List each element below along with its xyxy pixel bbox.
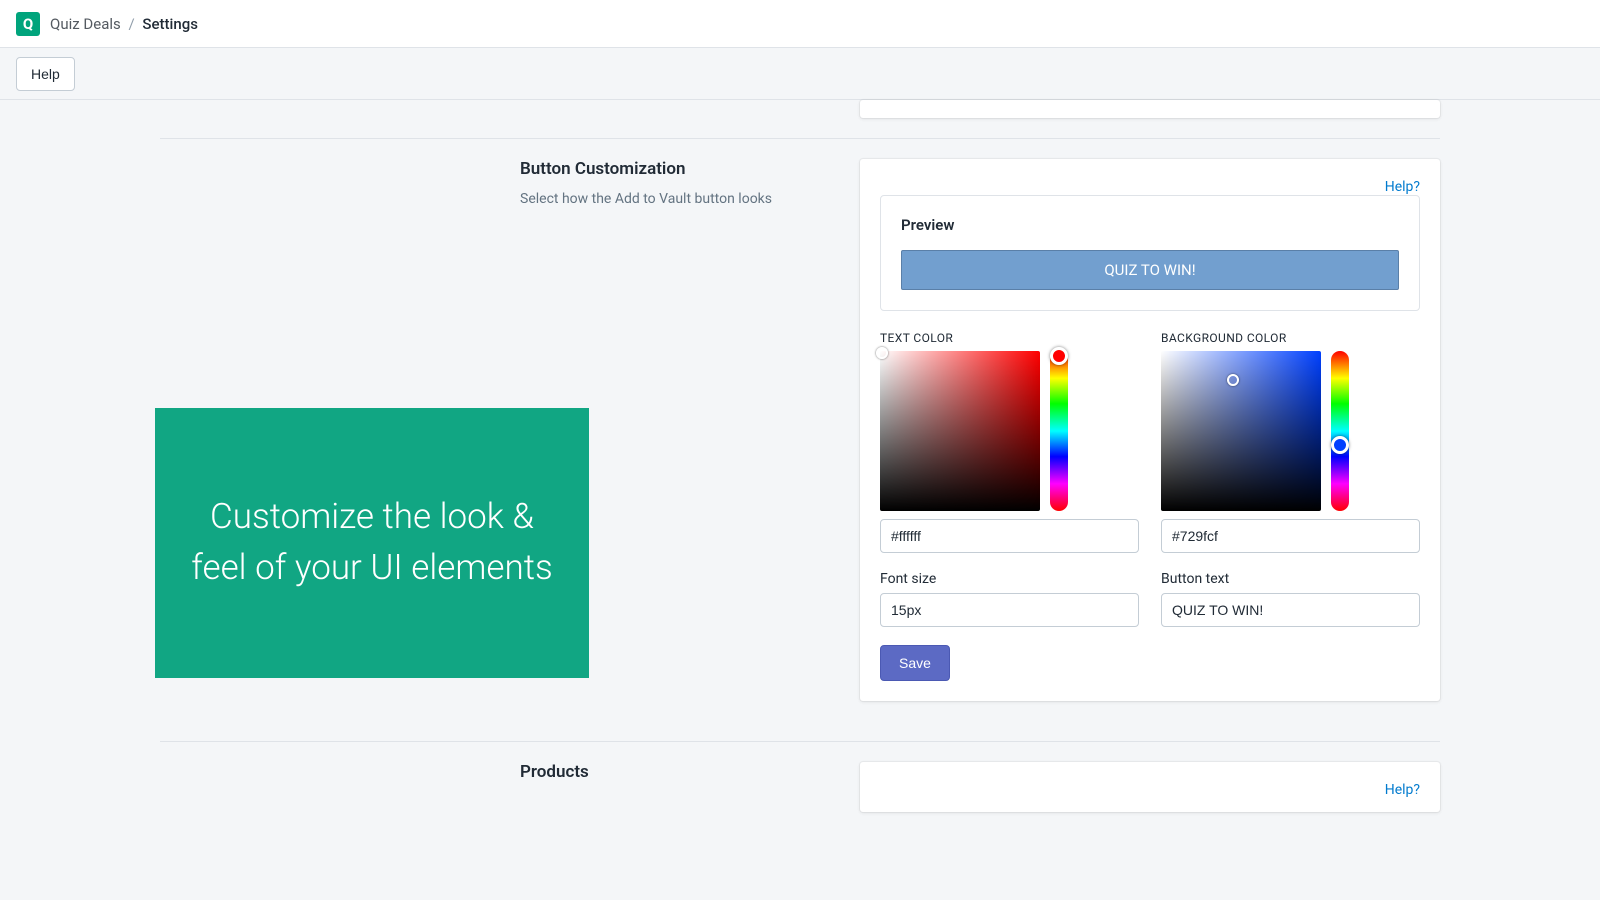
text-color-input[interactable] <box>880 519 1139 553</box>
help-button[interactable]: Help <box>16 57 75 91</box>
products-section: Products Help? <box>160 742 1440 852</box>
bg-color-label: BACKGROUND COLOR <box>1161 331 1420 345</box>
text-color-picker: TEXT COLOR <box>880 331 1139 553</box>
text-color-label: TEXT COLOR <box>880 331 1139 345</box>
preview-box: Preview QUIZ TO WIN! <box>880 195 1420 311</box>
bg-color-picker: BACKGROUND COLOR <box>1161 331 1420 553</box>
hue-cursor[interactable] <box>1331 436 1349 454</box>
bg-color-input[interactable] <box>1161 519 1420 553</box>
promo-overlay: Customize the look & feel of your UI ele… <box>155 408 589 678</box>
products-card: Help? <box>860 762 1440 812</box>
button-text-input[interactable] <box>1161 593 1420 627</box>
bg-color-saturation[interactable] <box>1161 351 1321 511</box>
previous-card-fragment <box>860 100 1440 118</box>
breadcrumb-app[interactable]: Quiz Deals <box>50 15 121 33</box>
saturation-cursor[interactable] <box>1227 374 1239 386</box>
section-description: Select how the Add to Vault button looks <box>520 191 840 207</box>
help-link[interactable]: Help? <box>1385 782 1420 798</box>
hue-cursor[interactable] <box>1050 347 1068 365</box>
app-icon: Q <box>16 12 40 36</box>
breadcrumb: Quiz Deals / Settings <box>50 15 198 33</box>
button-text-label: Button text <box>1161 571 1420 587</box>
preview-button: QUIZ TO WIN! <box>901 250 1399 290</box>
saturation-cursor[interactable] <box>876 347 888 359</box>
topbar: Q Quiz Deals / Settings <box>0 0 1600 48</box>
toolbar: Help <box>0 48 1600 100</box>
font-size-input[interactable] <box>880 593 1139 627</box>
products-title: Products <box>520 762 840 782</box>
text-color-hue[interactable] <box>1050 351 1068 511</box>
breadcrumb-current: Settings <box>142 15 198 33</box>
preview-label: Preview <box>901 216 1399 234</box>
button-customization-card: Help? Preview QUIZ TO WIN! TEXT COLOR <box>860 159 1440 701</box>
save-button[interactable]: Save <box>880 645 950 681</box>
breadcrumb-separator: / <box>128 15 134 33</box>
section-title: Button Customization <box>520 159 840 179</box>
content: Button Customization Select how the Add … <box>0 100 1600 892</box>
bg-color-hue[interactable] <box>1331 351 1349 511</box>
font-size-label: Font size <box>880 571 1139 587</box>
help-link[interactable]: Help? <box>1385 179 1420 195</box>
text-color-saturation[interactable] <box>880 351 1040 511</box>
